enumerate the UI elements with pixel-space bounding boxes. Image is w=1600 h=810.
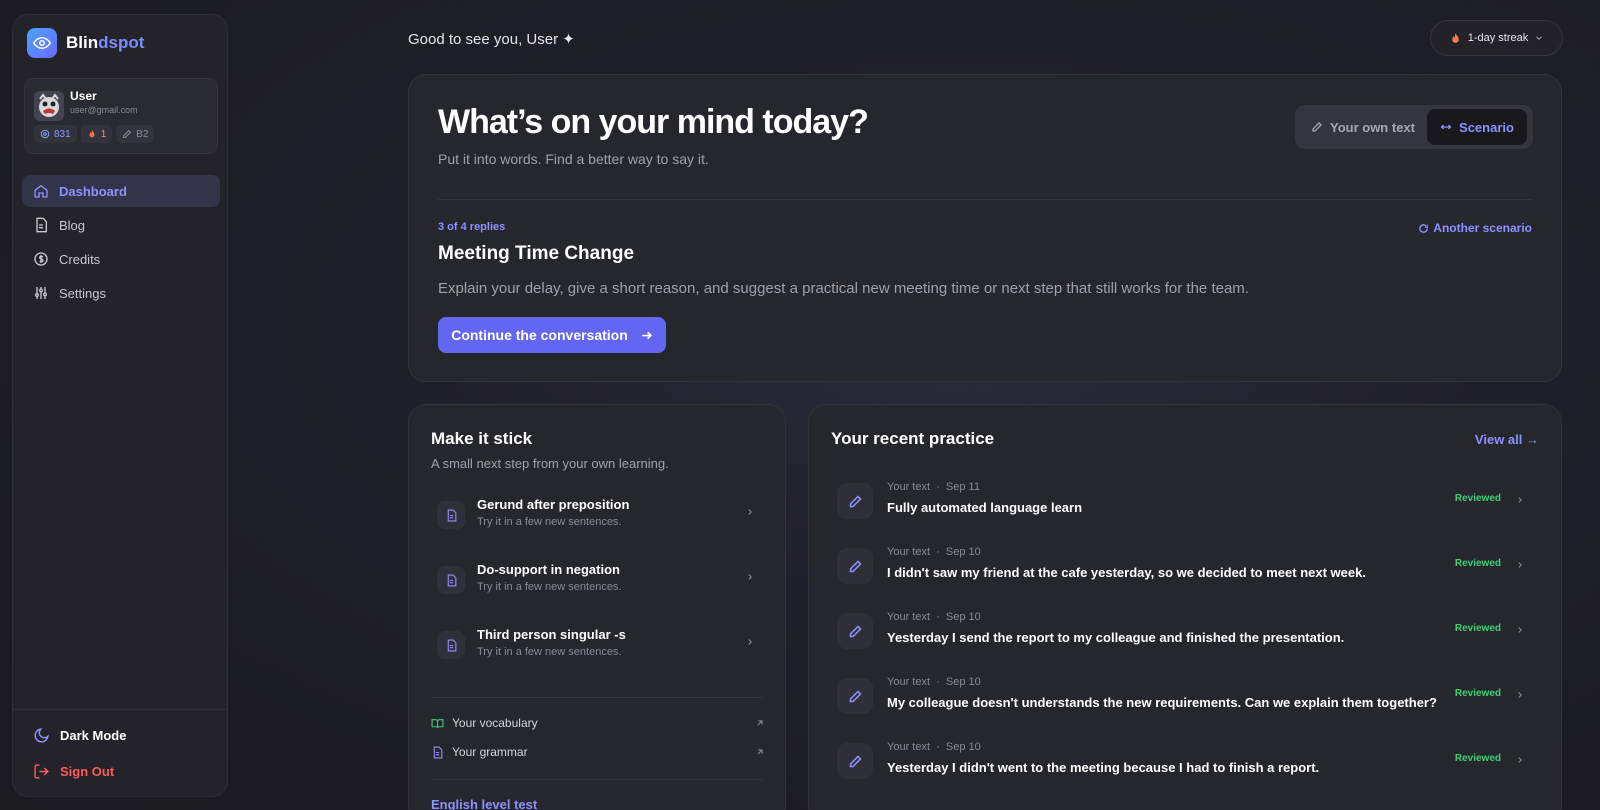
chevron-right-icon [748, 509, 752, 515]
tip-item[interactable]: Third person singular -s Try it in a few… [429, 621, 765, 673]
user-stats: 831 1 B2 [34, 125, 155, 143]
level-badge: B2 [116, 125, 155, 143]
sidebar-divider [13, 709, 227, 710]
sidebar: Blindspot User user@gmail.com 831 1 B2 D… [12, 14, 228, 797]
sidebar-item-blog[interactable]: Blog [22, 209, 220, 241]
dollar-icon [34, 252, 48, 266]
user-name: User [70, 89, 97, 103]
sidebar-item-label: Blog [59, 217, 86, 233]
practice-item[interactable]: Your text · Sep 10 I didn't saw my frien… [831, 538, 1541, 596]
chevron-right-icon [1518, 757, 1522, 763]
hero-card: What’s on your mind today? Put it into w… [408, 74, 1562, 382]
vocabulary-link[interactable]: Your vocabulary [431, 714, 765, 732]
eye-icon [40, 129, 50, 139]
chevron-right-icon [1518, 562, 1522, 568]
external-link-icon [757, 720, 763, 726]
streak-badge: 1 [80, 125, 113, 143]
another-scenario-button[interactable]: Another scenario [1418, 221, 1532, 235]
book-icon [431, 718, 444, 728]
document-icon [433, 746, 443, 758]
pencil-icon [837, 548, 873, 584]
sidebar-item-credits[interactable]: Credits [22, 243, 220, 275]
practice-item[interactable]: Your text · Sep 11 Fully automated langu… [831, 473, 1541, 531]
hero-subtitle: Put it into words. Find a better way to … [438, 151, 709, 167]
practice-item[interactable]: Your text · Sep 10 Yesterday I didn't we… [831, 733, 1541, 791]
edit-icon [123, 129, 132, 138]
user-card[interactable]: User user@gmail.com 831 1 B2 [24, 78, 218, 154]
eye-logo-icon [27, 28, 57, 58]
status-badge: Reviewed [1454, 623, 1501, 634]
mode-scenario-button[interactable]: Scenario [1427, 109, 1527, 145]
user-email: user@gmail.com [70, 105, 138, 115]
practice-item[interactable]: Your text · Sep 10 My colleague doesn't … [831, 668, 1541, 726]
pencil-icon [837, 743, 873, 779]
document-icon [437, 631, 465, 659]
make-it-stick-subtitle: A small next step from your own learning… [431, 456, 669, 471]
scenario-title: Meeting Time Change [438, 243, 635, 264]
make-it-stick-card: Make it stick A small next step from you… [408, 404, 786, 810]
flame-icon [89, 129, 95, 138]
make-it-stick-title: Make it stick [431, 429, 533, 448]
divider [431, 697, 763, 698]
refresh-icon [1419, 223, 1429, 233]
chevron-down-icon [1536, 36, 1543, 40]
external-link-icon [757, 749, 763, 755]
practice-item[interactable]: Your text · Sep 10 Yesterday I send the … [831, 603, 1541, 661]
sidebar-item-label: Dashboard [59, 183, 127, 199]
document-icon [36, 217, 47, 233]
english-level-test-link[interactable]: English level test [431, 797, 537, 810]
mode-own-text-button[interactable]: Your own text [1299, 109, 1427, 145]
logout-icon [34, 764, 49, 779]
status-badge: Reviewed [1454, 558, 1501, 569]
chevron-right-icon [748, 639, 752, 645]
brand-name: Blindspot [66, 33, 145, 52]
recent-practice-card: Your recent practice View all → Your tex… [808, 404, 1562, 810]
home-icon [34, 184, 48, 198]
document-icon [437, 566, 465, 594]
divider [431, 779, 763, 780]
dark-mode-toggle[interactable]: Dark Mode [33, 727, 126, 744]
streak-dropdown[interactable]: 1-day streak [1430, 20, 1563, 56]
recent-practice-title: Your recent practice [831, 429, 995, 448]
sidebar-item-label: Settings [59, 285, 106, 301]
pencil-icon [837, 678, 873, 714]
grammar-link[interactable]: Your grammar [431, 743, 765, 761]
mode-toggle: Your own text Scenario [1295, 105, 1533, 149]
tip-item[interactable]: Gerund after preposition Try it in a few… [429, 491, 765, 543]
tip-item[interactable]: Do-support in negation Try it in a few n… [429, 556, 765, 608]
sidebar-item-settings[interactable]: Settings [22, 277, 220, 309]
chevron-right-icon [1518, 497, 1522, 503]
sidebar-item-label: Credits [59, 251, 101, 267]
sign-out-button[interactable]: Sign Out [33, 763, 114, 780]
view-all-link[interactable]: View all → [1475, 432, 1539, 447]
brand[interactable]: Blindspot [27, 28, 144, 58]
status-badge: Reviewed [1454, 753, 1501, 764]
flame-icon [1451, 32, 1459, 43]
pencil-icon [837, 483, 873, 519]
sidebar-nav: Dashboard Blog Credits Settings [22, 175, 220, 311]
pencil-icon [837, 613, 873, 649]
hero-divider [438, 199, 1532, 200]
credits-badge: 831 [34, 125, 77, 143]
avatar [34, 91, 64, 121]
chevron-right-icon [1518, 627, 1522, 633]
document-icon [437, 501, 465, 529]
replies-progress: 3 of 4 replies [438, 221, 506, 233]
scenario-description: Explain your delay, give a short reason,… [438, 280, 1249, 297]
pencil-icon [1312, 122, 1322, 132]
status-badge: Reviewed [1454, 688, 1501, 699]
chevron-right-icon [748, 574, 752, 580]
arrows-horizontal-icon [1440, 124, 1452, 130]
arrow-right-icon [641, 331, 652, 339]
status-badge: Reviewed [1454, 493, 1501, 504]
chevron-right-icon [1518, 692, 1522, 698]
sliders-icon [35, 287, 47, 299]
sidebar-item-dashboard[interactable]: Dashboard [22, 175, 220, 207]
greeting: Good to see you, User ✦ [408, 31, 575, 48]
hero-title: What’s on your mind today? [438, 103, 869, 141]
moon-icon [34, 728, 49, 743]
continue-conversation-button[interactable]: Continue the conversation [438, 317, 666, 353]
